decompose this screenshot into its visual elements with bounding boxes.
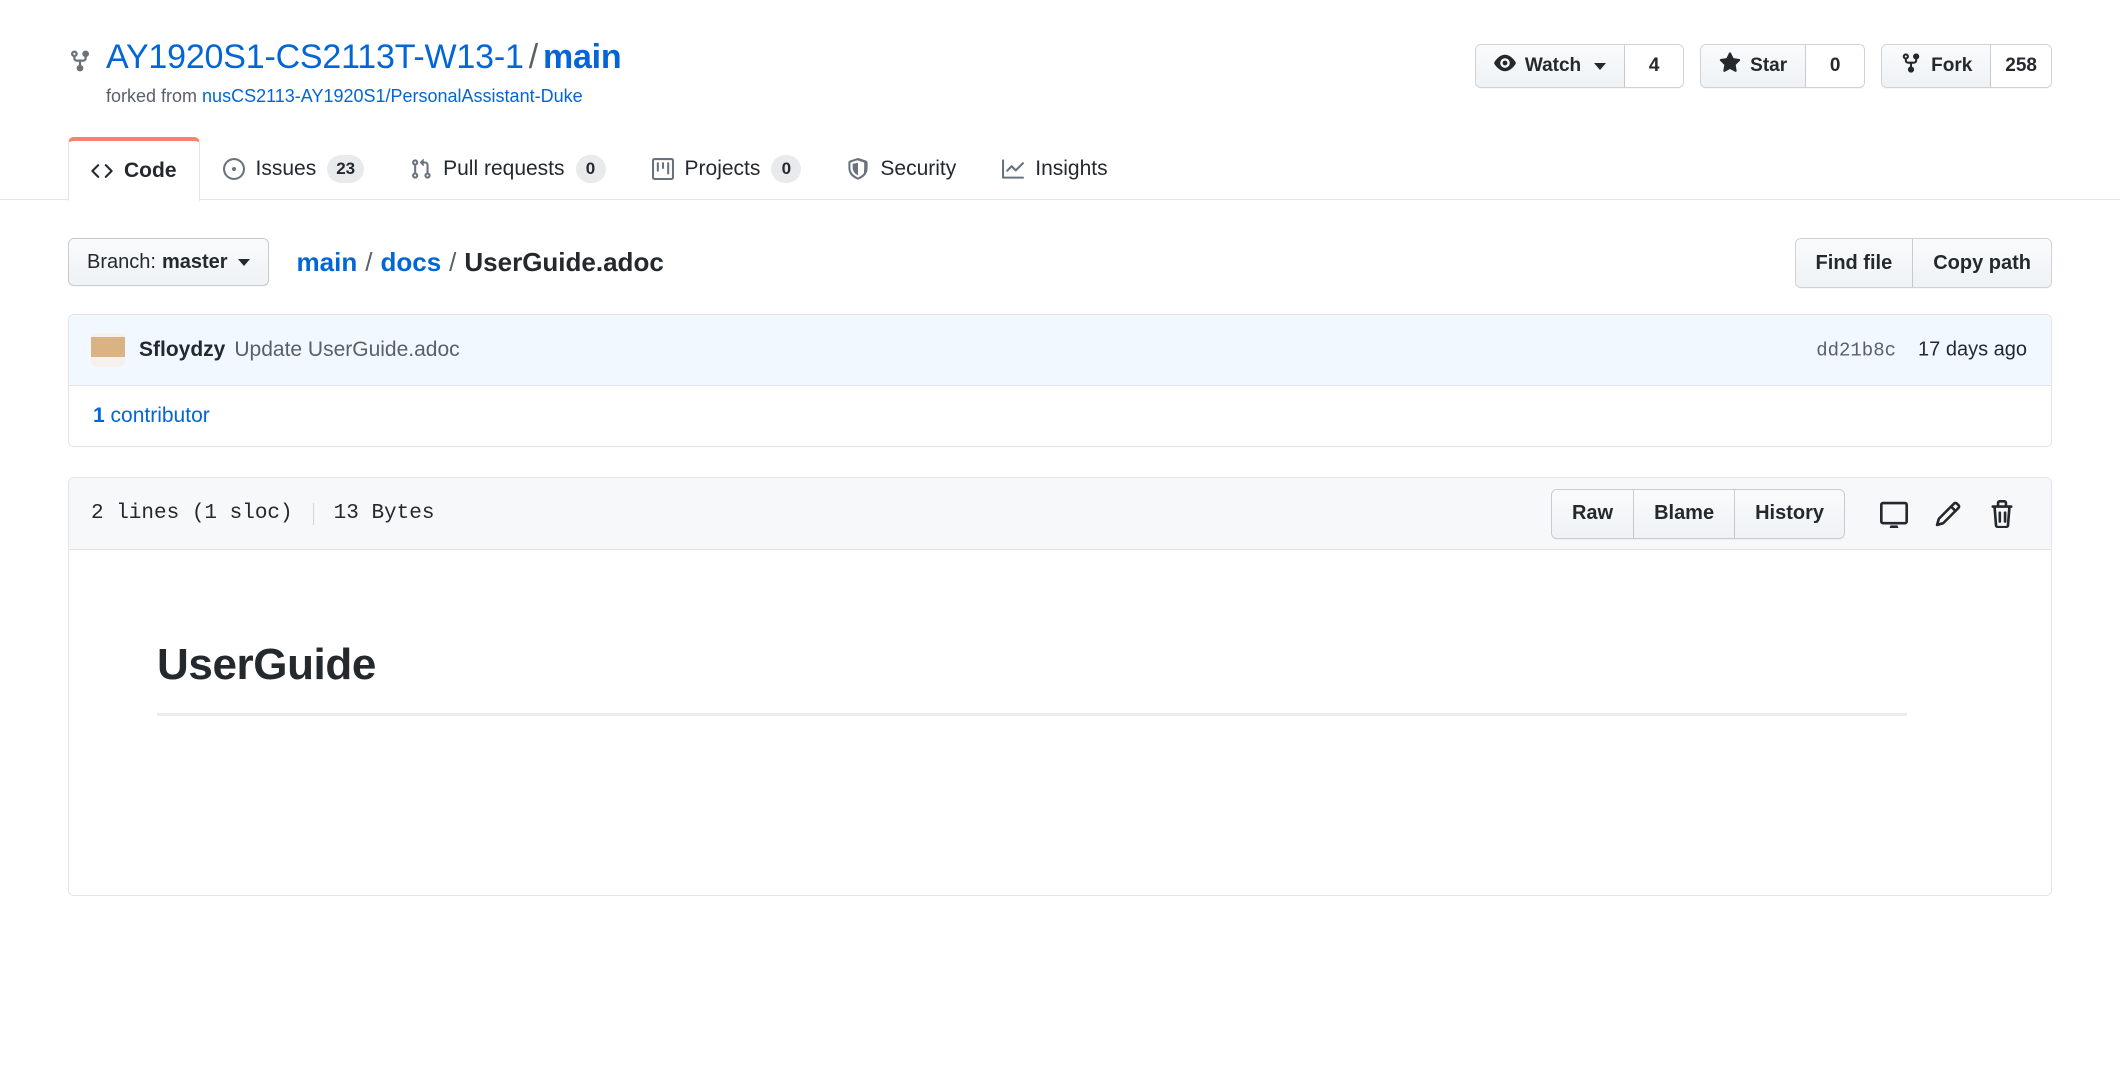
- file-lines: 2 lines (1 sloc): [91, 502, 293, 525]
- tab-pull-requests-counter: 0: [576, 155, 606, 183]
- fork-button-group: Fork 258: [1881, 44, 2052, 88]
- file-box: 2 lines (1 sloc) 13 Bytes Raw Blame Hist…: [68, 477, 2052, 896]
- file-navigation: Branch: master main / docs / UserGuide.a…: [68, 238, 2052, 286]
- file-stats: 2 lines (1 sloc) 13 Bytes: [91, 502, 434, 525]
- fork-count[interactable]: 258: [1991, 45, 2051, 87]
- star-icon: [1719, 52, 1741, 80]
- tab-code-label: Code: [124, 159, 177, 183]
- breadcrumb-filename: UserGuide.adoc: [464, 245, 663, 279]
- tab-insights[interactable]: Insights: [979, 137, 1130, 200]
- star-button-group: Star 0: [1700, 44, 1865, 88]
- copy-path-button[interactable]: Copy path: [1912, 239, 2051, 287]
- file-header: 2 lines (1 sloc) 13 Bytes Raw Blame Hist…: [69, 478, 2051, 550]
- commit-author-link[interactable]: Sfloydzy: [139, 338, 225, 362]
- code-icon: [91, 160, 113, 182]
- tab-projects[interactable]: Projects 0: [629, 137, 825, 200]
- trash-icon[interactable]: [1975, 490, 2029, 538]
- chevron-down-icon: [1594, 63, 1606, 70]
- repo-nav: Code Issues 23 Pull request: [0, 136, 2120, 200]
- raw-button[interactable]: Raw: [1552, 490, 1633, 538]
- chevron-down-icon: [238, 259, 250, 266]
- document-rule: [157, 713, 1907, 716]
- fork-button[interactable]: Fork: [1882, 45, 1991, 87]
- file-nav-actions: Find file Copy path: [1795, 238, 2052, 288]
- commit-message-link[interactable]: Update UserGuide.adoc: [234, 338, 459, 362]
- breadcrumb-separator: /: [449, 245, 456, 279]
- tab-issues-counter: 23: [327, 155, 364, 183]
- eye-icon: [1494, 52, 1516, 80]
- contributors-count: 1: [93, 404, 105, 427]
- history-button[interactable]: History: [1734, 490, 1844, 538]
- commit-meta: dd21b8c 17 days ago: [1816, 339, 2027, 362]
- desktop-download-icon[interactable]: [1867, 490, 1921, 538]
- tab-insights-label: Insights: [1035, 157, 1107, 181]
- tab-issues-label: Issues: [256, 157, 317, 181]
- breadcrumb: main / docs / UserGuide.adoc: [297, 245, 664, 279]
- find-copy-button-group: Find file Copy path: [1795, 238, 2052, 288]
- branch-select-button[interactable]: Branch: master: [68, 238, 269, 286]
- issue-opened-icon: [223, 158, 245, 180]
- breadcrumb-separator: /: [365, 245, 372, 279]
- github-file-page: AY1920S1-CS2113T-W13-1/main forked from …: [0, 0, 2120, 1090]
- find-file-button[interactable]: Find file: [1796, 239, 1913, 287]
- star-button[interactable]: Star: [1701, 45, 1806, 87]
- contributors-link[interactable]: 1 contributor: [93, 404, 210, 427]
- repo-nav-list: Code Issues 23 Pull request: [68, 136, 2052, 200]
- fork-button-label: Fork: [1931, 55, 1972, 77]
- watch-button[interactable]: Watch: [1476, 45, 1625, 87]
- repo-forked-icon: [68, 49, 92, 78]
- watch-count[interactable]: 4: [1625, 45, 1683, 87]
- forked-from-link[interactable]: nusCS2113-AY1920S1/PersonalAssistant-Duk…: [202, 86, 583, 106]
- watch-button-label: Watch: [1525, 55, 1581, 77]
- tab-pull-requests-label: Pull requests: [443, 157, 564, 181]
- repo-header: AY1920S1-CS2113T-W13-1/main forked from …: [0, 0, 2120, 108]
- git-pull-request-icon: [410, 158, 432, 180]
- pencil-icon[interactable]: [1921, 490, 1975, 538]
- avatar[interactable]: [91, 333, 125, 367]
- tab-pull-requests[interactable]: Pull requests 0: [387, 137, 628, 200]
- breadcrumb-folder-link[interactable]: docs: [380, 245, 441, 279]
- commit-date: 17 days ago: [1918, 339, 2027, 362]
- repo-name-link[interactable]: main: [543, 38, 622, 76]
- branch-name: master: [162, 251, 228, 274]
- repo-actions: Watch 4 Star 0: [1475, 44, 2052, 88]
- forked-from-label: forked from: [106, 86, 197, 106]
- graph-icon: [1002, 158, 1024, 180]
- latest-commit-box: Sfloydzy Update UserGuide.adoc dd21b8c 1…: [68, 314, 2052, 447]
- file-size: 13 Bytes: [334, 502, 435, 525]
- tab-security-label: Security: [880, 157, 956, 181]
- repo-title: AY1920S1-CS2113T-W13-1/main: [106, 36, 622, 78]
- breadcrumb-root-link[interactable]: main: [297, 245, 358, 279]
- file-content: UserGuide: [69, 550, 2051, 895]
- repo-forked-icon: [1900, 52, 1922, 80]
- star-count[interactable]: 0: [1806, 45, 1864, 87]
- commit-row: Sfloydzy Update UserGuide.adoc dd21b8c 1…: [69, 315, 2051, 385]
- commit-sha[interactable]: dd21b8c: [1816, 339, 1896, 361]
- stats-divider: [313, 503, 314, 525]
- tab-issues[interactable]: Issues 23: [200, 137, 388, 200]
- star-button-label: Star: [1750, 55, 1787, 77]
- branch-label: Branch:: [87, 251, 156, 274]
- tab-projects-label: Projects: [685, 157, 761, 181]
- repo-title-separator: /: [529, 38, 538, 76]
- tab-projects-counter: 0: [771, 155, 801, 183]
- avatar-image: [91, 337, 125, 357]
- blame-button[interactable]: Blame: [1633, 490, 1734, 538]
- project-board-icon: [652, 158, 674, 180]
- raw-blame-history-group: Raw Blame History: [1551, 489, 1845, 539]
- tab-security[interactable]: Security: [824, 137, 979, 200]
- repo-owner-link[interactable]: AY1920S1-CS2113T-W13-1: [106, 38, 524, 76]
- contributors-row: 1 contributor: [69, 385, 2051, 446]
- shield-icon: [847, 158, 869, 180]
- tab-code[interactable]: Code: [68, 137, 200, 201]
- watch-button-group: Watch 4: [1475, 44, 1684, 88]
- contributors-label: contributor: [111, 404, 210, 427]
- file-actions: Raw Blame History: [1551, 489, 2029, 539]
- document-title: UserGuide: [157, 640, 1963, 691]
